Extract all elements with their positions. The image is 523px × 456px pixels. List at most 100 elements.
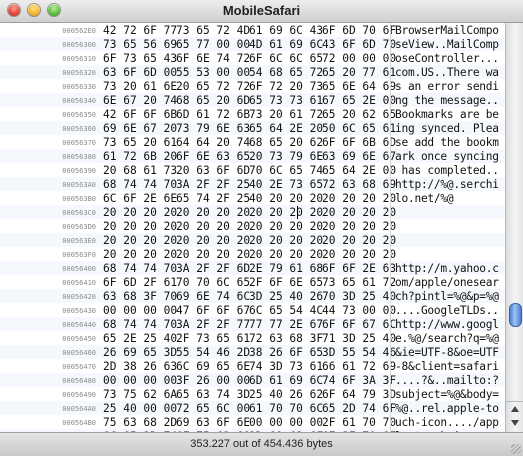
hex-byte-group[interactable]: 20 73 79 6E: [249, 150, 323, 163]
hex-byte-group[interactable]: 73 79 6E 63: [176, 122, 250, 135]
hex-bytes[interactable]: 2D 38 26 63 6C 69 65 6E 74 3D 73 61 66 61 7…: [103, 359, 396, 373]
hex-byte-group[interactable]: 72 00 00 00: [322, 52, 396, 65]
hex-byte-group[interactable]: 65 2D 74 6F: [322, 402, 396, 415]
scroll-up-arrow-icon[interactable]: [511, 406, 519, 412]
resize-grip-icon[interactable]: [511, 444, 521, 454]
hex-bytes[interactable]: 63 68 3F 70 69 6E 74 6C 3D 25 40 26 70 3D 2…: [103, 289, 396, 303]
hex-byte-group[interactable]: 73 75 62 6A: [103, 388, 177, 401]
hex-byte-group[interactable]: 3D 55 54 46: [322, 346, 396, 359]
hex-byte-group[interactable]: 6F 6D 2F 61: [103, 276, 177, 289]
hex-byte-group[interactable]: 2F 61 70 70: [322, 416, 396, 429]
hex-byte-group[interactable]: 40 2E 73 65: [249, 178, 323, 191]
hex-bytes[interactable]: 26 69 65 3D 55 54 46 2D 38 26 6F 65 3D 55 5…: [103, 345, 396, 359]
hex-byte-group[interactable]: 6D 61 69 6C: [249, 374, 323, 387]
hex-bytes[interactable]: 00 00 00 00 47 6F 6F 67 6C 65 54 4C 44 73 0…: [103, 303, 396, 317]
ascii-text[interactable]: ing synced. Plea: [395, 122, 505, 135]
hex-byte-group[interactable]: 75 63 68 2D: [103, 416, 177, 429]
hex-byte-group[interactable]: 73 20 61 72: [249, 108, 323, 121]
hex-bytes[interactable]: 6F 6D 2F 61 70 70 6C 65 2F 6F 6E 65 73 65 6…: [103, 275, 396, 289]
hex-row[interactable]: 00056460 26 69 65 3D 55 54 46 2D 38 26 6F 6…: [0, 345, 505, 359]
hex-byte-group[interactable]: 20 20 20 20: [176, 206, 250, 219]
hex-byte-group[interactable]: 20 63 6F 6D: [176, 164, 250, 177]
hex-byte-group[interactable]: 20 20 20 20: [322, 234, 396, 247]
hex-bytes[interactable]: 73 75 62 6A 65 63 74 3D 25 40 26 62 6F 64 7…: [103, 387, 396, 401]
hex-byte-group[interactable]: 2F 73 65 61: [176, 332, 250, 345]
hex-bytes[interactable]: 73 20 61 6E 20 65 72 72 6F 72 20 73 65 6E 6…: [103, 79, 396, 93]
hex-row[interactable]: 000563B0 6C 6F 2E 6E 65 74 2F 25 40 20 20 2…: [0, 191, 505, 205]
scroll-arrows[interactable]: [506, 401, 523, 432]
hex-bytes[interactable]: 69 6E 67 20 73 79 6E 63 65 64 2E 20 50 6C 6…: [103, 121, 396, 135]
hex-row[interactable]: 000563D0 20 20 20 20 20 20 20 20 20 20 20 2…: [0, 219, 505, 233]
hex-byte-group[interactable]: 20 20 20 20: [103, 206, 177, 219]
hex-byte-group[interactable]: 6F 6E 74 72: [176, 52, 250, 65]
ascii-text[interactable]: s an error sendi: [395, 80, 505, 93]
hex-byte-group[interactable]: 26 69 65 3D: [103, 346, 177, 359]
ascii-text[interactable]: ....GoogleTLDs..: [395, 304, 505, 317]
hex-byte-group[interactable]: 38 26 6F 65: [249, 346, 323, 359]
hex-byte-group[interactable]: 20 20 20 20: [249, 206, 323, 219]
hex-bytes[interactable]: 6C 6F 2E 6E 65 74 2F 25 40 20 20 20 20 20 2…: [103, 191, 396, 205]
hex-bytes[interactable]: 75 63 68 2D 69 63 6F 6E 00 00 00 00 2F 61 7…: [103, 415, 396, 429]
hex-bytes[interactable]: 68 74 74 70 3A 2F 2F 77 77 77 2E 67 6F 6F 6…: [103, 317, 396, 331]
hex-row[interactable]: 000563E0 20 20 20 20 20 20 20 20 20 20 20 2…: [0, 233, 505, 247]
hex-byte-group[interactable]: 2E 79 61 68: [249, 262, 323, 275]
hex-byte-group[interactable]: 65 74 2F 25: [176, 192, 250, 205]
hex-byte-group[interactable]: 68 65 20 62: [249, 136, 323, 149]
hex-row[interactable]: 000564A0 25 40 00 00 72 65 6C 00 61 70 70 6…: [0, 401, 505, 415]
hex-bytes[interactable]: 65 2E 25 40 2F 73 65 61 72 63 68 3F 71 3D 2…: [103, 331, 396, 345]
title-bar[interactable]: MobileSafari: [0, 0, 523, 23]
hex-row[interactable]: 000564B0 75 63 68 2D 69 63 6F 6E 00 00 00 0…: [0, 415, 505, 429]
hex-byte-group[interactable]: 2F 6F 6E 65: [249, 276, 323, 289]
hex-byte-group[interactable]: 25 40 00 00: [103, 402, 177, 415]
hex-byte-group[interactable]: 20 20 20 20: [249, 234, 323, 247]
ascii-text[interactable]: http://%@.serchi: [395, 178, 505, 191]
hex-byte-group[interactable]: 25 40 26 62: [249, 388, 323, 401]
ascii-text[interactable]: com.US..There wa: [395, 66, 505, 79]
hex-byte-group[interactable]: 20 20 20 20: [103, 248, 177, 261]
hex-bytes[interactable]: 20 20 20 20 20 20 20 20 20 20 20 20 20 20 2…: [103, 233, 396, 247]
hex-byte-group[interactable]: 6F 6F 67 6C: [322, 318, 396, 331]
hex-byte-group[interactable]: 61 69 6C 43: [249, 24, 323, 37]
hex-byte-group[interactable]: 65 64 2E 20: [249, 122, 323, 135]
hex-byte-group[interactable]: 6F 6E 63 65: [176, 150, 250, 163]
hex-byte-group[interactable]: 20 20 20 20: [322, 192, 396, 205]
hex-byte-group[interactable]: 61 70 70 6C: [249, 402, 323, 415]
hex-bytes[interactable]: 6F 73 65 43 6F 6E 74 72 6F 6C 6C 65 72 00 0…: [103, 51, 396, 65]
ascii-text[interactable]: subject=%@&body=: [395, 388, 505, 401]
hex-byte-group[interactable]: 20 20 20 20: [176, 220, 250, 233]
hex-byte-group[interactable]: 65 6E 64 69: [322, 80, 396, 93]
hex-byte-group[interactable]: 00 00 00 00: [103, 374, 177, 387]
ascii-text[interactable]: om/apple/onesear: [395, 276, 505, 289]
hex-bytes[interactable]: 63 6F 6D 00 55 53 00 00 54 68 65 72 65 20 7…: [103, 65, 396, 79]
hex-bytes[interactable]: 20 20 20 20 20 20 20 20 20 20 20 20 20 20 2…: [103, 219, 396, 233]
hex-byte-group[interactable]: 20 20 20 20: [249, 220, 323, 233]
hex-bytes[interactable]: 25 40 00 00 72 65 6C 00 61 70 70 6C 65 2D 7…: [103, 401, 396, 415]
hex-byte-group[interactable]: 6F 72 20 73: [249, 80, 323, 93]
hex-byte-group[interactable]: 3A 2F 2F 77: [176, 318, 250, 331]
hex-row[interactable]: 00056490 73 75 62 6A 65 63 74 3D 25 40 26 6…: [0, 387, 505, 401]
hex-byte-group[interactable]: 6F 6F 2E 63: [322, 262, 396, 275]
hex-byte-group[interactable]: 69 6E 74 6C: [176, 290, 250, 303]
ascii-text[interactable]: -8&client=safari: [395, 360, 505, 373]
ascii-text[interactable]: e.%@/search?q=%@: [395, 332, 505, 345]
hex-bytes[interactable]: 73 65 56 69 65 77 00 00 4D 61 69 6C 43 6F 6…: [103, 37, 396, 51]
hex-byte-group[interactable]: 20 20 20 20: [322, 248, 396, 261]
hex-byte-group[interactable]: 4D 61 69 6C: [249, 38, 323, 51]
hex-bytes[interactable]: 6E 67 20 74 68 65 20 6D 65 73 73 61 67 65 2…: [103, 93, 396, 107]
hex-row[interactable]: 00056320 63 6F 6D 00 55 53 00 00 54 68 65 7…: [0, 65, 505, 79]
hex-bytes[interactable]: 20 20 20 20 20 20 20 20 20 20 20 20 20 20 2…: [103, 205, 396, 219]
hex-byte-group[interactable]: 65 64 2E 00: [322, 164, 396, 177]
hex-byte-group[interactable]: 63 68 3F 70: [103, 290, 177, 303]
hex-byte-group[interactable]: 72 63 68 3F: [249, 332, 323, 345]
scroll-down-arrow-icon[interactable]: [511, 420, 519, 426]
hex-row[interactable]: 00056310 6F 73 65 43 6F 6E 74 72 6F 6C 6C 6…: [0, 51, 505, 65]
hex-row[interactable]: 00056350 42 6F 6F 6B 6D 61 72 6B 73 20 61 7…: [0, 107, 505, 121]
hex-byte-group[interactable]: 20 20 20 20: [249, 248, 323, 261]
hex-byte-group[interactable]: 3F 26 00 00: [176, 374, 250, 387]
hex-row[interactable]: 00056410 6F 6D 2F 61 70 70 6C 65 2F 6F 6E 6…: [0, 275, 505, 289]
hex-byte-group[interactable]: 3D 25 40 26: [249, 290, 323, 303]
hex-byte-group[interactable]: 50 6C 65 61: [322, 122, 396, 135]
hex-byte-group[interactable]: 55 54 46 2D: [176, 346, 250, 359]
ascii-text[interactable]: Bookmarks are be: [395, 108, 505, 121]
hex-row[interactable]: 00056400 68 74 74 70 3A 2F 2F 6D 2E 79 61 6…: [0, 261, 505, 275]
